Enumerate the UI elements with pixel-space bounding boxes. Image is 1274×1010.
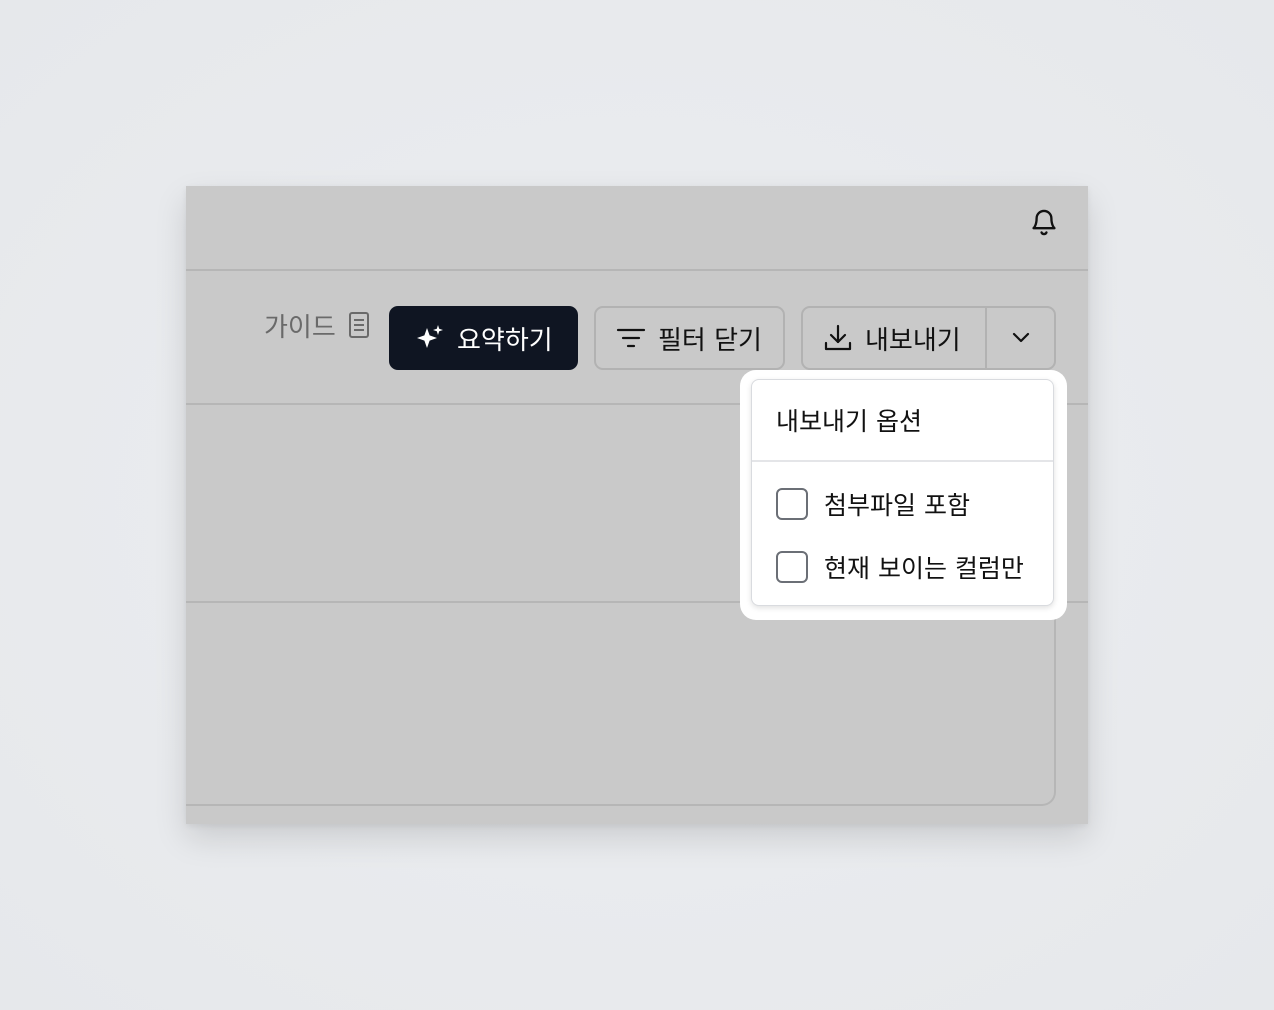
top-bar (186, 186, 1088, 271)
export-options-menu: 내보내기 옵션 첨부파일 포함 현재 보이는 컬럼만 (751, 379, 1054, 606)
option-include-attachments[interactable]: 첨부파일 포함 (776, 484, 970, 524)
filter-lines-icon (616, 328, 646, 348)
export-label: 내보내기 (865, 325, 961, 356)
download-icon (824, 324, 852, 351)
summary-label: 요약하기 (457, 325, 553, 356)
export-options-toggle[interactable] (987, 308, 1054, 368)
chevron-down-icon (1012, 332, 1029, 343)
guide-link[interactable]: 가이드 (264, 305, 370, 345)
export-split-button: 내보내기 (801, 306, 1056, 370)
export-button[interactable]: 내보내기 (803, 308, 987, 368)
filter-label: 필터 닫기 (658, 325, 762, 356)
sparkle-icon (417, 325, 443, 348)
document-icon (348, 312, 369, 338)
guide-label: 가이드 (264, 312, 336, 343)
content-panel (186, 603, 1056, 806)
option-label: 첨부파일 포함 (824, 491, 970, 520)
filter-close-button[interactable]: 필터 닫기 (594, 306, 785, 370)
option-visible-columns-only[interactable]: 현재 보이는 컬럼만 (776, 547, 1024, 587)
bell-icon (1032, 209, 1056, 236)
summary-button[interactable]: 요약하기 (389, 306, 578, 370)
export-options-title: 내보내기 옵션 (752, 380, 1053, 462)
notifications-button[interactable] (1026, 204, 1062, 240)
include-attachments-checkbox[interactable] (776, 488, 808, 520)
stage: 가이드 요약하기 필터 닫기 내보내기 내보내기 옵션 첨부파일 포함 현재 보… (0, 0, 1274, 1010)
visible-columns-checkbox[interactable] (776, 551, 808, 583)
option-label: 현재 보이는 컬럼만 (824, 554, 1024, 583)
